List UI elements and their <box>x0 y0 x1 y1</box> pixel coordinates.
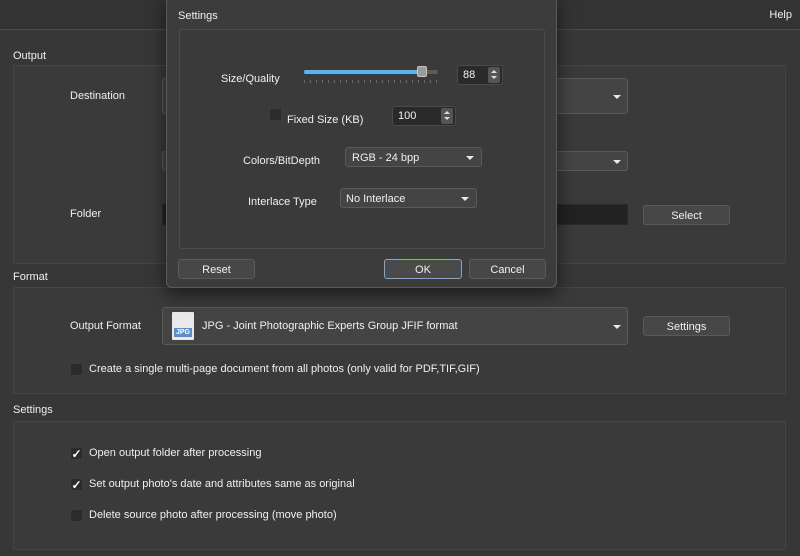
colors-dropdown[interactable]: RGB - 24 bpp <box>345 147 482 167</box>
output-format-value: JPG - Joint Photographic Experts Group J… <box>202 320 458 332</box>
size-quality-label: Size/Quality <box>221 73 280 85</box>
open-folder-checkbox[interactable]: ✓ <box>70 447 83 460</box>
destination-label: Destination <box>70 90 126 102</box>
same-date-checkbox[interactable]: ✓ <box>70 478 83 491</box>
arrow-up-icon <box>444 111 450 114</box>
chevron-down-icon <box>461 197 469 201</box>
interlace-dropdown[interactable]: No Interlace <box>340 188 477 208</box>
open-folder-label: Open output folder after processing <box>89 447 262 459</box>
interlace-value: No Interlace <box>346 193 406 205</box>
settings-section-title: Settings <box>13 404 53 416</box>
chevron-down-icon <box>613 325 621 329</box>
spin-arrows[interactable] <box>488 67 500 83</box>
arrow-up-icon <box>491 70 497 73</box>
help-menu[interactable]: Help <box>769 9 792 21</box>
fixed-size-label: Fixed Size (KB) <box>287 114 364 126</box>
multipage-label: Create a single multi-page document from… <box>89 363 480 375</box>
fixed-size-spinbox[interactable]: 100 <box>392 106 456 126</box>
fixed-size-value: 100 <box>398 110 417 122</box>
delete-source-label: Delete source photo after processing (mo… <box>89 509 337 521</box>
colors-label: Colors/BitDepth <box>243 155 321 167</box>
output-section-title: Output <box>13 50 47 62</box>
dialog-content-panel: Size/Quality 88 Fixed Size (KB) 100 Colo… <box>179 29 545 249</box>
quality-value: 88 <box>463 69 476 81</box>
chevron-down-icon <box>613 95 621 99</box>
jpg-badge: JPG <box>174 328 192 337</box>
select-folder-button[interactable]: Select <box>643 205 730 225</box>
format-section-title: Format <box>13 271 48 283</box>
interlace-label: Interlace Type <box>248 196 317 208</box>
reset-button[interactable]: Reset <box>178 259 255 279</box>
settings-dialog: Settings Size/Quality 88 Fixed Size (KB)… <box>166 0 557 288</box>
quality-slider[interactable] <box>304 66 438 84</box>
slider-fill <box>304 70 422 74</box>
slider-thumb[interactable] <box>417 66 427 77</box>
colors-value: RGB - 24 bpp <box>352 152 420 164</box>
same-date-label: Set output photo's date and attributes s… <box>89 478 355 490</box>
quality-spinbox[interactable]: 88 <box>457 65 503 85</box>
arrow-down-icon <box>491 76 497 79</box>
arrow-down-icon <box>444 117 450 120</box>
spin-arrows[interactable] <box>441 108 453 124</box>
chevron-down-icon <box>613 160 621 164</box>
ok-button[interactable]: OK <box>384 259 462 279</box>
delete-source-checkbox[interactable] <box>70 509 83 522</box>
dialog-title: Settings <box>178 10 218 22</box>
folder-label: Folder <box>70 208 102 220</box>
format-settings-button[interactable]: Settings <box>643 316 730 336</box>
slider-ticks <box>304 80 438 83</box>
fixed-size-checkbox[interactable] <box>269 108 282 121</box>
output-format-dropdown[interactable]: JPG JPG - Joint Photographic Experts Gro… <box>162 307 628 345</box>
chevron-down-icon <box>466 156 474 160</box>
output-format-label: Output Format <box>70 320 141 332</box>
multipage-checkbox[interactable] <box>70 363 83 376</box>
jpg-file-icon: JPG <box>172 312 194 340</box>
cancel-button[interactable]: Cancel <box>469 259 546 279</box>
